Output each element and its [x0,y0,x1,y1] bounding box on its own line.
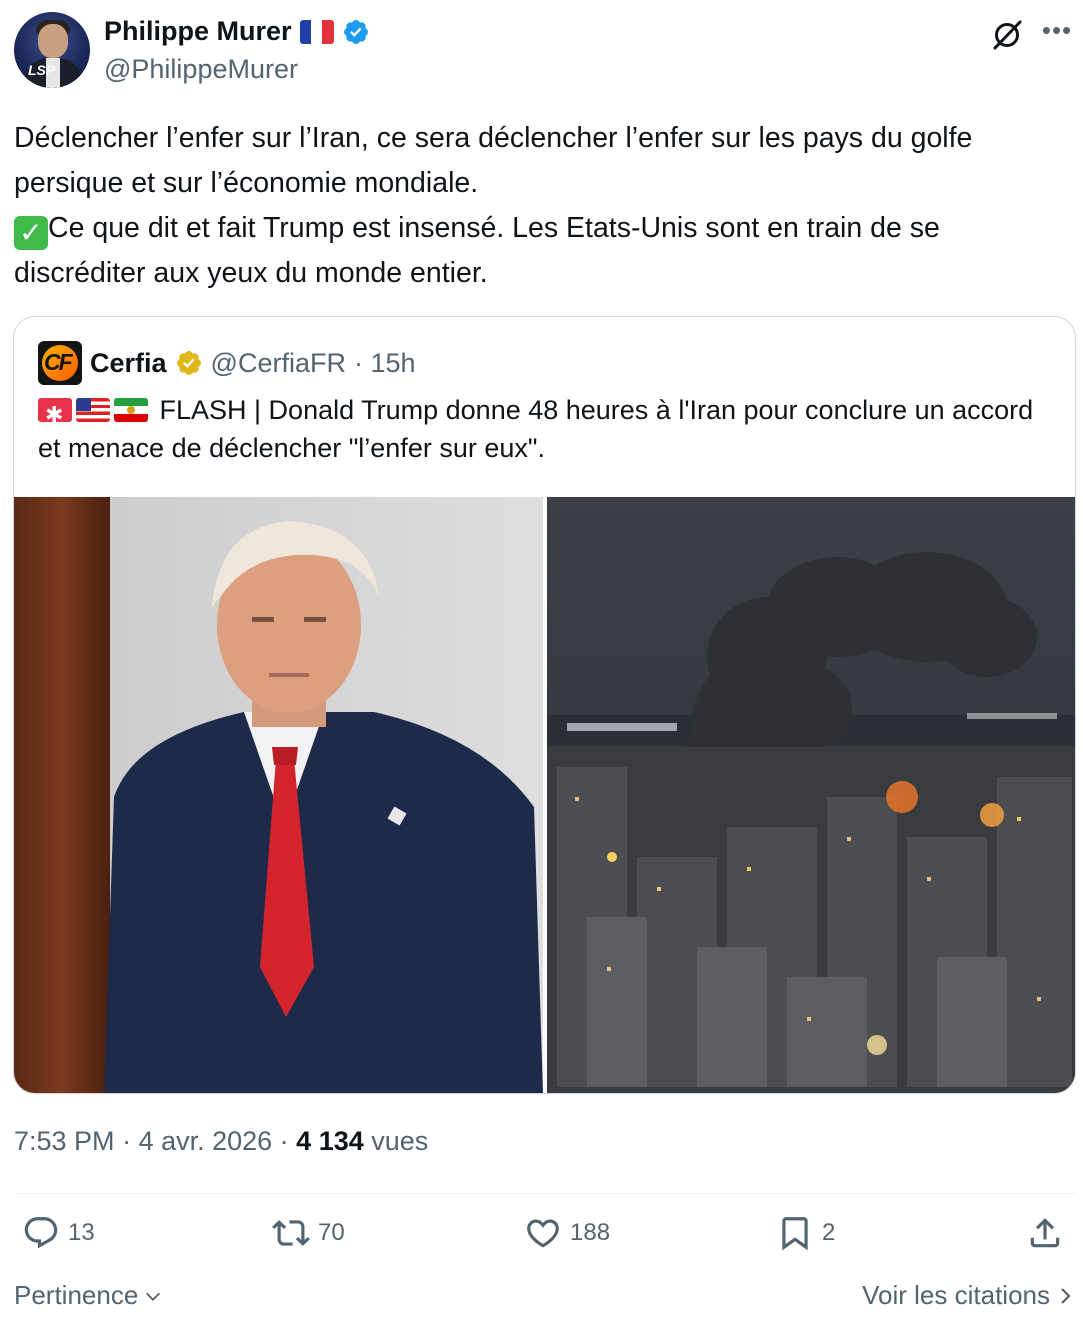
action-bar: 13 70 188 2 [14,1214,1076,1264]
quoted-tweet-text: FLASH | Donald Trump donne 48 heures à l… [38,391,1048,467]
reply-button[interactable]: 13 [22,1214,95,1252]
quoted-author-handle[interactable]: @CerfiaFR [211,348,346,379]
city-smoke-photo[interactable] [547,497,1075,1093]
iran-flag-icon [114,398,148,422]
france-flag-icon [299,19,334,44]
author-handle[interactable]: @PhilippeMurer [104,54,298,85]
cerfia-avatar[interactable]: CF [38,341,82,385]
repost-icon [272,1220,310,1246]
quoted-media-grid [14,497,1075,1093]
heart-icon [527,1219,559,1248]
author-name-row: Philippe Murer [104,16,370,47]
chevron-down-icon [146,1292,161,1301]
sort-label: Pertinence [14,1280,139,1310]
author-name[interactable]: Philippe Murer [104,16,292,47]
tweet-line-1: Déclencher l’enfer sur l’Iran, ce sera d… [14,122,981,199]
view-quotes-label: Voir les citations [862,1280,1050,1310]
share-button[interactable] [1026,1214,1064,1252]
quoted-tweet[interactable]: CF Cerfia @CerfiaFR · 15h FLASH | Donald… [13,316,1076,1094]
tweet-line-2: Ce que dit et fait Trump est insensé. Le… [14,212,948,289]
reply-icon [24,1217,58,1249]
view-count: 4 134 [296,1126,364,1156]
bookmark-button[interactable]: 2 [776,1214,835,1252]
siren-emoji-icon [38,398,72,422]
reply-count: 13 [68,1219,95,1246]
tweet-date[interactable]: 4 avr. 2026 [139,1126,273,1156]
tweet-time[interactable]: 7:53 PM [14,1126,115,1156]
bookmark-count: 2 [822,1219,836,1246]
tweet-header: LSP Philippe Murer @PhilippeMurer ••• [14,12,1074,92]
like-count: 188 [570,1219,611,1246]
actions-divider [14,1193,1076,1194]
quoted-tweet-time[interactable]: · 15h [354,348,416,379]
views-label: vues [363,1126,429,1156]
check-mark-icon: ✓ [14,216,48,250]
portrait-illustration [14,497,543,1093]
grok-icon[interactable] [990,18,1024,52]
more-options-icon[interactable]: ••• [1040,17,1074,50]
share-icon [1030,1218,1060,1248]
quoted-text-body: FLASH | Donald Trump donne 48 heures à l… [38,395,1034,463]
like-button[interactable]: 188 [524,1214,610,1252]
bookmark-icon [782,1217,808,1251]
verified-badge-icon[interactable] [342,18,370,46]
city-smoke-illustration [547,497,1075,1093]
repost-button[interactable]: 70 [272,1214,345,1252]
author-avatar[interactable]: LSP [14,12,90,88]
repost-count: 70 [318,1219,345,1246]
portrait-photo[interactable] [14,497,543,1093]
view-quotes-link[interactable]: Voir les citations [862,1280,1076,1311]
quoted-author-name[interactable]: Cerfia [90,348,167,379]
gold-verified-badge-icon[interactable] [175,349,203,377]
chevron-right-icon [1061,1287,1071,1304]
us-flag-icon [76,398,110,422]
tweet-meta: 7:53 PM · 4 avr. 2026 · 4 134 vues [14,1126,429,1156]
replies-footer: Pertinence Voir les citations [14,1280,1076,1320]
tweet-body: Déclencher l’enfer sur l’Iran, ce sera d… [14,116,1078,296]
sort-dropdown[interactable]: Pertinence [14,1280,164,1311]
quoted-tweet-header: CF Cerfia @CerfiaFR · 15h [38,341,416,385]
